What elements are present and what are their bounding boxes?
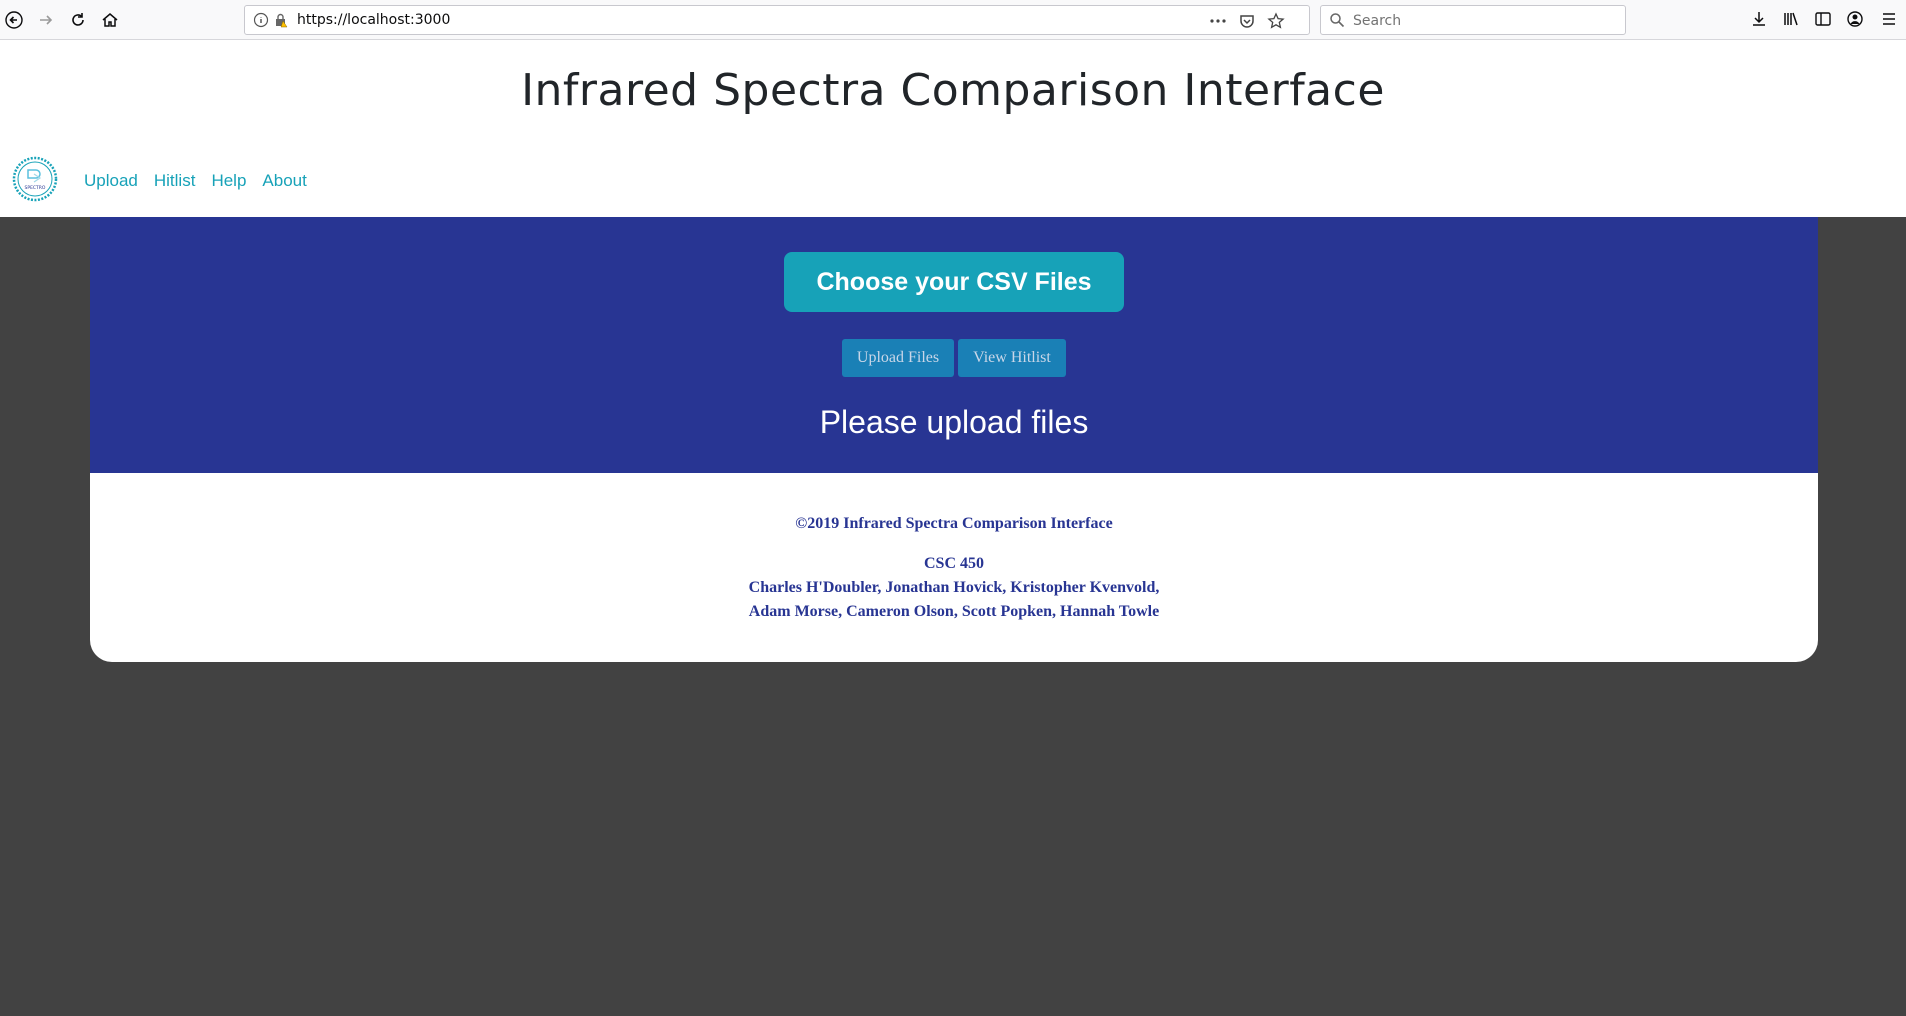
logo-icon: SPECTRO bbox=[12, 156, 58, 202]
downloads-button[interactable] bbox=[1750, 10, 1770, 30]
search-input[interactable] bbox=[1351, 10, 1615, 32]
nav-link-hitlist[interactable]: Hitlist bbox=[154, 171, 196, 191]
browser-toolbar: https://localhost:3000 bbox=[0, 0, 1906, 40]
library-icon bbox=[1784, 12, 1798, 26]
forward-arrow-icon bbox=[40, 15, 53, 25]
view-hitlist-button[interactable]: View Hitlist bbox=[958, 339, 1066, 377]
account-icon bbox=[1847, 11, 1863, 27]
upload-status-message: Please upload files bbox=[819, 404, 1089, 440]
back-arrow-icon bbox=[5, 11, 23, 29]
page-title: Infrared Spectra Comparison Interface bbox=[521, 65, 1385, 116]
reload-button[interactable] bbox=[66, 8, 90, 32]
logo-text: SPECTRO bbox=[25, 185, 46, 191]
page-footer: ©2019 Infrared Spectra Comparison Interf… bbox=[90, 473, 1818, 662]
nav-link-upload[interactable]: Upload bbox=[84, 171, 138, 191]
spectro-logo[interactable]: SPECTRO bbox=[12, 156, 58, 202]
account-button[interactable] bbox=[1846, 10, 1866, 30]
url-text[interactable]: https://localhost:3000 bbox=[297, 12, 450, 28]
copyright-text: ©2019 Infrared Spectra Comparison Interf… bbox=[795, 515, 1113, 532]
download-icon bbox=[1753, 12, 1765, 26]
library-button[interactable] bbox=[1782, 10, 1802, 30]
site-header: Infrared Spectra Comparison Interface SP… bbox=[0, 40, 1906, 217]
authors-line-2: Adam Morse, Cameron Olson, Scott Popken,… bbox=[748, 603, 1160, 620]
home-icon bbox=[102, 13, 118, 27]
nav-link-about[interactable]: About bbox=[262, 171, 306, 191]
info-icon[interactable] bbox=[253, 12, 269, 28]
forward-button[interactable] bbox=[34, 8, 58, 32]
hamburger-menu-icon bbox=[1883, 13, 1895, 25]
url-bar[interactable]: https://localhost:3000 bbox=[244, 5, 1310, 35]
authors-line-1: Charles H'Doubler, Jonathan Hovick, Kris… bbox=[748, 579, 1160, 596]
course-label: CSC 450 bbox=[923, 555, 984, 572]
bookmark-star-icon[interactable] bbox=[1267, 12, 1285, 30]
upload-panel: Choose your CSV Files Upload Files View … bbox=[90, 217, 1818, 473]
choose-csv-files-button[interactable]: Choose your CSV Files bbox=[784, 252, 1124, 312]
reload-icon bbox=[72, 13, 84, 26]
search-bar[interactable] bbox=[1320, 5, 1626, 35]
pocket-icon[interactable] bbox=[1238, 12, 1256, 30]
page-actions-icon[interactable] bbox=[1209, 12, 1227, 30]
search-icon bbox=[1330, 13, 1345, 28]
main-nav: Upload Hitlist Help About bbox=[84, 171, 307, 191]
sidebar-icon bbox=[1815, 12, 1831, 26]
menu-button[interactable] bbox=[1880, 10, 1900, 30]
upload-files-button[interactable]: Upload Files bbox=[842, 339, 954, 377]
back-button[interactable] bbox=[2, 8, 26, 32]
home-button[interactable] bbox=[98, 8, 122, 32]
insecure-lock-icon[interactable] bbox=[273, 12, 289, 28]
sidebar-button[interactable] bbox=[1814, 10, 1834, 30]
nav-link-help[interactable]: Help bbox=[211, 171, 246, 191]
